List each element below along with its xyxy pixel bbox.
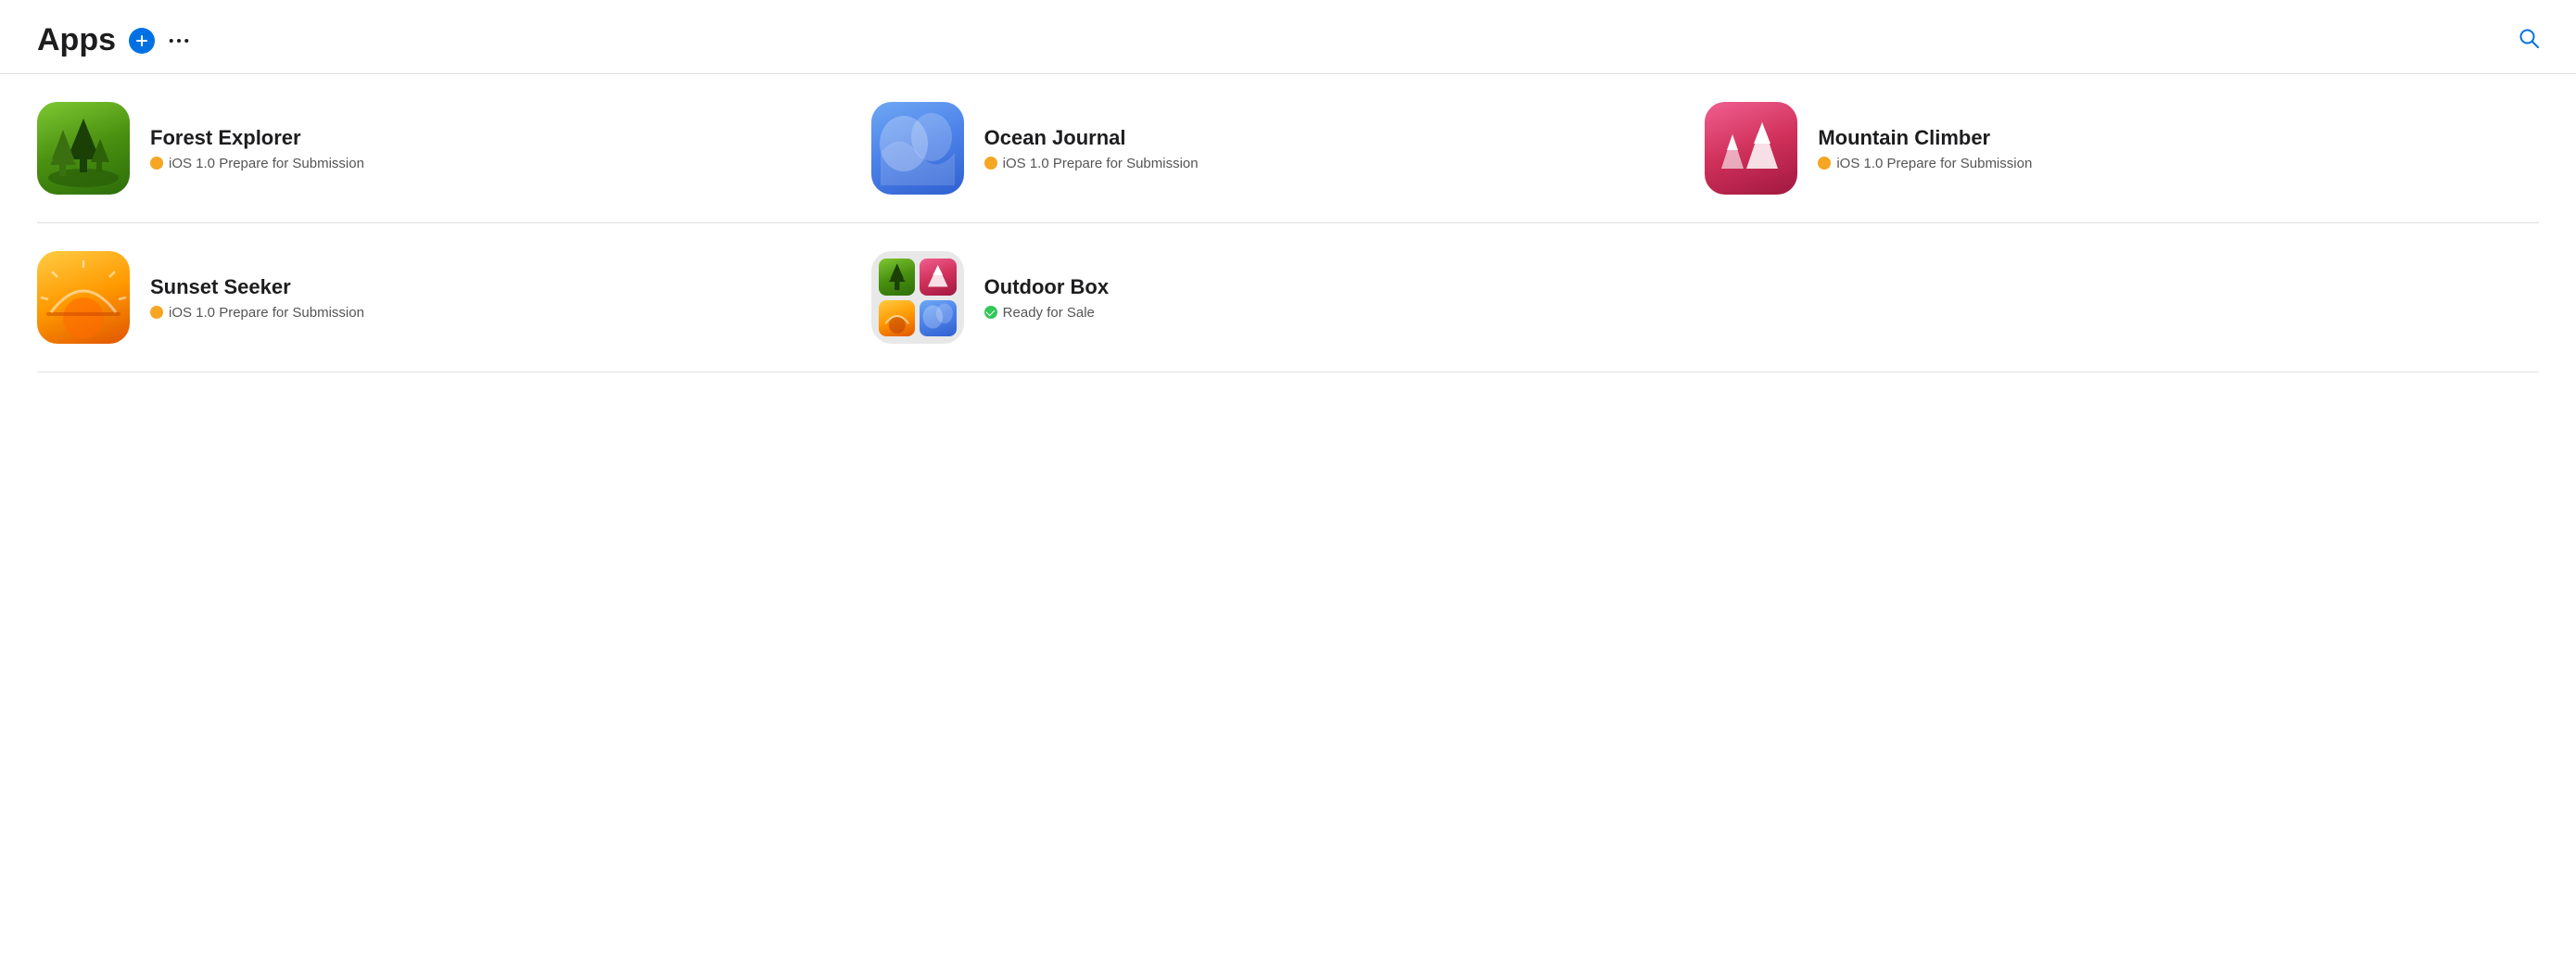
app-status-mountain-climber: iOS 1.0 Prepare for Submission bbox=[1818, 156, 2032, 171]
app-icon-outdoor-box bbox=[871, 251, 964, 344]
header: Apps bbox=[0, 0, 2576, 74]
app-info-mountain-climber: Mountain Climber iOS 1.0 Prepare for Sub… bbox=[1818, 126, 2032, 171]
status-indicator-mountain-climber bbox=[1818, 157, 1831, 170]
add-app-button[interactable] bbox=[129, 28, 155, 54]
app-status-ocean-journal: iOS 1.0 Prepare for Submission bbox=[984, 156, 1199, 171]
app-icon-ocean-journal bbox=[871, 102, 964, 195]
app-name-ocean-journal: Ocean Journal bbox=[984, 126, 1199, 150]
app-name-mountain-climber: Mountain Climber bbox=[1818, 126, 2032, 150]
app-item-forest-explorer[interactable]: Forest Explorer iOS 1.0 Prepare for Subm… bbox=[37, 102, 871, 195]
app-icon-forest-explorer bbox=[37, 102, 130, 195]
status-indicator-forest-explorer bbox=[150, 157, 163, 170]
apps-row-2: Sunset Seeker iOS 1.0 Prepare for Submis… bbox=[37, 223, 2539, 372]
app-status-outdoor-box: Ready for Sale bbox=[984, 305, 1109, 321]
app-icon-sunset-seeker bbox=[37, 251, 130, 344]
status-indicator-outdoor-box bbox=[984, 306, 997, 319]
app-status-sunset-seeker: iOS 1.0 Prepare for Submission bbox=[150, 305, 364, 321]
app-version-mountain-climber: iOS 1.0 Prepare for Submission bbox=[1836, 156, 2032, 171]
status-indicator-ocean-journal bbox=[984, 157, 997, 170]
app-item-ocean-journal[interactable]: Ocean Journal iOS 1.0 Prepare for Submis… bbox=[871, 102, 1706, 195]
app-info-ocean-journal: Ocean Journal iOS 1.0 Prepare for Submis… bbox=[984, 126, 1199, 171]
app-item-mountain-climber[interactable]: Mountain Climber iOS 1.0 Prepare for Sub… bbox=[1705, 102, 2539, 195]
app-name-sunset-seeker: Sunset Seeker bbox=[150, 275, 364, 299]
outdoor-box-cell-forest bbox=[879, 259, 916, 296]
app-name-outdoor-box: Outdoor Box bbox=[984, 275, 1109, 299]
app-info-sunset-seeker: Sunset Seeker iOS 1.0 Prepare for Submis… bbox=[150, 275, 364, 321]
app-icon-mountain-climber bbox=[1705, 102, 1797, 195]
search-button[interactable] bbox=[2519, 28, 2539, 53]
status-indicator-sunset-seeker bbox=[150, 306, 163, 319]
outdoor-box-cell-sunset bbox=[879, 300, 916, 337]
app-info-outdoor-box: Outdoor Box Ready for Sale bbox=[984, 275, 1109, 321]
more-options-button[interactable] bbox=[164, 28, 194, 54]
apps-grid: Forest Explorer iOS 1.0 Prepare for Subm… bbox=[0, 74, 2576, 372]
app-version-ocean-journal: iOS 1.0 Prepare for Submission bbox=[1003, 156, 1199, 171]
app-status-forest-explorer: iOS 1.0 Prepare for Submission bbox=[150, 156, 364, 171]
app-info-forest-explorer: Forest Explorer iOS 1.0 Prepare for Subm… bbox=[150, 126, 364, 171]
outdoor-box-cell-mountain bbox=[920, 259, 957, 296]
app-status-text-outdoor-box: Ready for Sale bbox=[1003, 305, 1095, 321]
app-version-sunset-seeker: iOS 1.0 Prepare for Submission bbox=[169, 305, 364, 321]
app-item-sunset-seeker[interactable]: Sunset Seeker iOS 1.0 Prepare for Submis… bbox=[37, 251, 871, 344]
page-title: Apps bbox=[37, 22, 116, 58]
app-name-forest-explorer: Forest Explorer bbox=[150, 126, 364, 150]
outdoor-box-cell-ocean bbox=[920, 300, 957, 337]
app-item-outdoor-box[interactable]: Outdoor Box Ready for Sale bbox=[871, 251, 1706, 344]
apps-row-1: Forest Explorer iOS 1.0 Prepare for Subm… bbox=[37, 74, 2539, 223]
app-version-forest-explorer: iOS 1.0 Prepare for Submission bbox=[169, 156, 364, 171]
